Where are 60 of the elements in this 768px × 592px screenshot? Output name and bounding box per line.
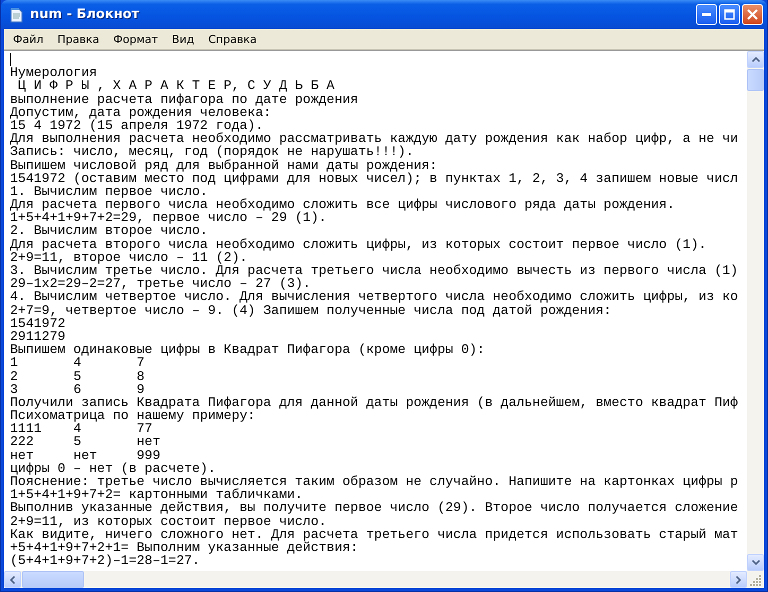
text-line: 2911279: [10, 330, 66, 344]
text-line: цифры 0 – нет (в расчете).: [10, 462, 217, 475]
menu-item[interactable]: Вид: [164, 30, 202, 48]
text-line: 29–1х2=29–2=27, третье число – 27 (3).: [10, 277, 312, 290]
menu-item[interactable]: Файл: [6, 30, 50, 48]
maximize-button[interactable]: [719, 4, 740, 25]
text-line: Выпишем числовой ряд для выбранной нами даты рождения:: [10, 158, 438, 172]
text-line: 1111 4 77: [10, 422, 152, 436]
text-line: Пояснение: третье число вычисляется таким образом не случайно. Напишите на картонках цифры р: [10, 475, 740, 488]
close-button[interactable]: [742, 4, 763, 25]
text-line: Психоматрица по нашему примеру:: [10, 409, 256, 422]
text-line: 4. Вычислим четвертое число. Для вычисления четвертого числа необходимо сложить цифры, из ко: [10, 290, 740, 304]
text-line: Запись: число, месяц, год (порядок не нарушать!!!).: [10, 145, 414, 158]
menu-item[interactable]: Справка: [201, 30, 264, 48]
text-line: 1. Вычислим первое число.: [10, 184, 208, 198]
text-line: 222 5 нет: [10, 435, 162, 449]
scroll-left-button[interactable]: [4, 571, 21, 588]
text-line: 1541972 (оставим место под цифрами для новых чисел); в пунктах 1, 2, 3, 4 запишем новые числ: [10, 172, 740, 185]
scroll-right-button[interactable]: [730, 571, 747, 588]
text-line: Нумерология: [10, 66, 98, 80]
text-line: Получили запись Квадрата Пифагора для данной даты рождения (в дальнейшем, вместо квадрат Пиф: [10, 396, 740, 410]
text-line: 2. Вычислим второе число.: [10, 224, 209, 238]
vertical-scrollbar[interactable]: [747, 51, 764, 571]
text-line: Ц И Ф Р Ы , Х А Р А К Т Е Р, С У Д Ь Б А: [18, 79, 336, 93]
text-line: +5+4+1+9+7+2+1= Выполним указанные действия:: [10, 540, 360, 554]
maximize-icon: [724, 9, 735, 20]
text-line: Как видите, ничего сложного нет. Для расчета третьего числа придется использовать старый мат: [10, 528, 740, 541]
text-line: Для выполнения расчета необходимо рассматривать каждую дату рождения как набор цифр, а не чи: [10, 132, 740, 146]
menu-item[interactable]: Формат: [106, 30, 165, 48]
text-line: 15 4 1972 (15 апреля 1972 года).: [10, 118, 264, 132]
text-line: 2+9=11, из которых состоит первое число.: [10, 514, 328, 528]
text-line: выполнение расчета пифагора по дате рождения: [10, 92, 360, 106]
text-line: 3 6 9: [10, 382, 146, 396]
scroll-up-button[interactable]: [747, 51, 764, 68]
resize-grip-icon[interactable]: [750, 574, 762, 586]
minimize-button[interactable]: [696, 4, 717, 25]
menu-item[interactable]: Правка: [50, 30, 106, 48]
text-line: 1+5+4+1+9+7+2= картонными табличками.: [10, 488, 304, 502]
text-line: 2+9=11, второе число – 11 (2).: [10, 250, 248, 264]
text-line: Выполнив указанные действия, вы получите первое число (29). Второе число получается сложение: [10, 501, 740, 515]
scroll-thumb[interactable]: [747, 69, 764, 91]
text-line: 2+7=9, четвертое число – 9. (4) Запишем полученные числа под датой рождения:: [10, 304, 612, 317]
text-line: Выпишем одинаковые цифры в Квадрат Пифагора (кроме цифры 0):: [10, 343, 486, 356]
text-line: Для расчета первого числа необходимо сложить все цифры числового ряда даты рождения.: [10, 198, 676, 212]
scroll-down-button[interactable]: [747, 554, 764, 571]
close-icon: [747, 9, 758, 20]
text-line: 2 5 8: [10, 370, 146, 383]
horizontal-scrollbar[interactable]: [4, 571, 747, 588]
text-line: 3. Вычислим третье число. Для расчета третьего числа необходимо вычесть из первого числа (1): [10, 264, 740, 278]
text-line: нет нет 999: [10, 448, 160, 462]
text-line: Для расчета второго числа необходимо сложить цифры, из которых состоит первое число (1).: [10, 238, 708, 251]
window-title: num - Блокнот: [30, 7, 140, 22]
notepad-icon: [8, 6, 24, 22]
text-line: (5+4+1+9+7+2)–1=28–1=27.: [10, 554, 201, 568]
text-line: Допустим, дата рождения человека:: [10, 106, 272, 119]
text-line: 1 4 7: [10, 356, 145, 370]
text-line: 1+5+4+1+9+7+2=29, первое число – 29 (1).: [10, 211, 328, 224]
scroll-thumb[interactable]: [22, 571, 84, 588]
text-line: 1541972: [10, 316, 66, 330]
minimize-icon: [702, 13, 711, 16]
